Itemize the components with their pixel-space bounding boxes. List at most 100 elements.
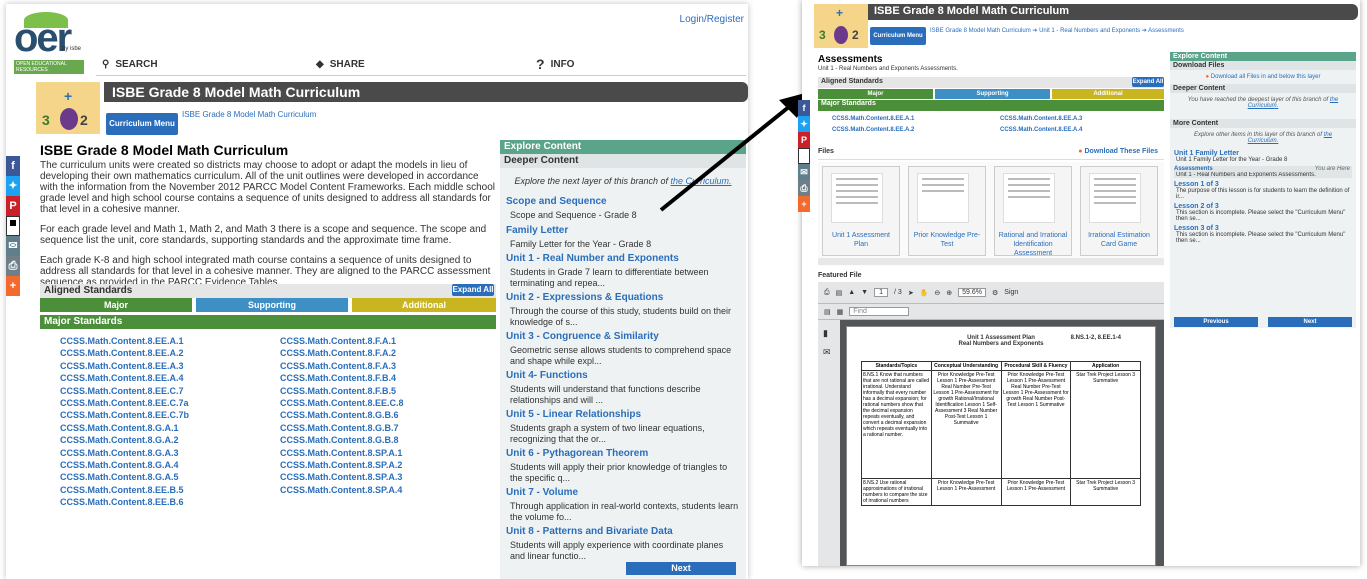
print-icon[interactable]: ⎙ <box>6 256 20 276</box>
next-button-small[interactable]: Next <box>1268 317 1352 327</box>
previous-button[interactable]: Previous <box>1174 317 1258 327</box>
nav-search[interactable]: ⚲ SEARCH <box>102 54 158 74</box>
standard-link[interactable]: CCSS.Math.Content.8.G.A.3 <box>60 447 189 459</box>
page-number-input[interactable]: 1 <box>874 288 889 297</box>
file-thumbnail[interactable]: Irrational Estimation Card Game <box>1080 166 1158 256</box>
explore-item-title[interactable]: Unit 7 - Volume <box>506 487 740 498</box>
tab-major[interactable]: Major <box>40 298 192 312</box>
twitter-icon[interactable]: ✦ <box>6 176 20 196</box>
explore-item-title[interactable]: Unit 1 - Real Number and Exponents <box>506 253 740 264</box>
standard-link[interactable]: CCSS.Math.Content.8.G.A.2 <box>60 434 189 446</box>
standard-link[interactable]: CCSS.Math.Content.8.F.B.5 <box>280 385 404 397</box>
more-icon-small[interactable]: + <box>798 196 810 212</box>
standard-link[interactable]: CCSS.Math.Content.8.SP.A.1 <box>280 447 404 459</box>
expand-all-button-small[interactable]: Expand All <box>1132 77 1164 87</box>
standard-link[interactable]: CCSS.Math.Content.8.G.A.5 <box>60 471 189 483</box>
hand-tool-icon[interactable]: ✋ <box>920 289 929 297</box>
file-thumbnail[interactable]: Unit 1 Assessment Plan <box>822 166 900 256</box>
delicious-icon[interactable] <box>6 216 20 236</box>
next-button[interactable]: Next <box>626 562 736 575</box>
facebook-icon-small[interactable]: f <box>798 100 810 116</box>
standard-link[interactable]: CCSS.Math.Content.8.SP.A.4 <box>280 484 404 496</box>
delicious-icon-small[interactable] <box>798 148 810 164</box>
tab-additional-small[interactable]: Additional <box>1052 89 1164 99</box>
standard-link[interactable]: CCSS.Math.Content.8.SP.A.3 <box>280 471 404 483</box>
pages-icon[interactable]: ▮ <box>823 328 835 339</box>
file-thumbnail[interactable]: Rational and Irrational Identification A… <box>994 166 1072 257</box>
fit-icon[interactable]: ▤ <box>836 289 843 297</box>
next-page-icon[interactable]: ▼ <box>861 289 868 296</box>
standard-link[interactable]: CCSS.Math.Content.8.G.B.8 <box>280 434 404 446</box>
standard-link[interactable]: CCSS.Math.Content.8.EE.B.6 <box>60 496 189 508</box>
standard-link[interactable]: CCSS.Math.Content.8.EE.A.4 <box>60 372 189 384</box>
zoom-in-icon[interactable]: ⊕ <box>946 289 952 297</box>
explore-item-title[interactable]: Unit 1 Family Letter <box>1174 150 1352 157</box>
standard-link[interactable]: CCSS.Math.Content.8.EE.A.1 <box>832 116 914 122</box>
standard-link[interactable]: CCSS.Math.Content.8.EE.C.7b <box>60 409 189 421</box>
standard-link[interactable]: CCSS.Math.Content.8.EE.A.2 <box>60 347 189 359</box>
download-all-link[interactable]: ● Download all Files in and below this l… <box>1170 70 1356 84</box>
standard-link[interactable]: CCSS.Math.Content.8.EE.C.7a <box>60 397 189 409</box>
explore-item-title[interactable]: Family Letter <box>506 225 740 236</box>
explore-item-title[interactable]: Unit 5 - Linear Relationships <box>506 409 740 420</box>
download-these-files-link[interactable]: ● Download These Files <box>1078 148 1158 155</box>
tab-supporting[interactable]: Supporting <box>196 298 348 312</box>
standard-link[interactable]: CCSS.Math.Content.8.F.A.2 <box>280 347 404 359</box>
zoom-out-icon[interactable]: ⊖ <box>934 289 940 297</box>
standard-link[interactable]: CCSS.Math.Content.8.EE.C.7 <box>60 385 189 397</box>
nav-info[interactable]: ? INFO <box>536 54 574 74</box>
twitter-icon-small[interactable]: ✦ <box>798 116 810 132</box>
standard-link[interactable]: CCSS.Math.Content.8.F.A.1 <box>280 335 404 347</box>
standard-link[interactable]: CCSS.Math.Content.8.F.B.4 <box>280 372 404 384</box>
standard-link[interactable]: CCSS.Math.Content.8.EE.A.2 <box>832 127 914 133</box>
nav-share[interactable]: ◆ SHARE <box>316 54 365 74</box>
prev-page-icon[interactable]: ▲ <box>848 289 855 296</box>
zoom-level[interactable]: 59.6% <box>958 288 987 297</box>
explore-item-title[interactable]: Unit 3 - Congruence & Similarity <box>506 331 740 342</box>
tab-supporting-small[interactable]: Supporting <box>935 89 1050 99</box>
login-register-link[interactable]: Login/Register <box>680 14 744 25</box>
curriculum-menu-button[interactable]: Curriculum Menu <box>106 113 178 135</box>
breadcrumb[interactable]: ISBE Grade 8 Model Math Curriculum <box>182 110 316 119</box>
oer-logo[interactable]: oer by isbe OPEN EDUCATIONAL RESOURCES <box>14 12 84 74</box>
select-tool-icon[interactable]: ➤ <box>908 289 914 297</box>
standard-link[interactable]: CCSS.Math.Content.8.EE.B.5 <box>60 484 189 496</box>
standard-link[interactable]: CCSS.Math.Content.8.EE.A.4 <box>1000 127 1082 133</box>
explore-item-title[interactable]: Assessments <box>1174 166 1213 172</box>
thumbnail-scrollbar[interactable] <box>818 258 1164 265</box>
facebook-icon[interactable]: f <box>6 156 20 176</box>
standard-link[interactable]: CCSS.Math.Content.8.EE.A.3 <box>1000 116 1082 122</box>
pinterest-icon[interactable]: P <box>6 196 20 216</box>
curriculum-menu-button-small[interactable]: Curriculum Menu <box>870 27 926 45</box>
standard-link[interactable]: CCSS.Math.Content.8.EE.A.3 <box>60 360 189 372</box>
standard-link[interactable]: CCSS.Math.Content.8.EE.A.1 <box>60 335 189 347</box>
pdf-viewer[interactable]: ⎙ ▤ ▲ ▼ 1 / 3 ➤ ✋ ⊖ ⊕ 59.6% ⚙ Sign ▤ ▦ F… <box>818 282 1164 566</box>
file-thumbnail[interactable]: Prior Knowledge Pre-Test <box>908 166 986 256</box>
email-icon[interactable]: ✉ <box>6 236 20 256</box>
standard-link[interactable]: CCSS.Math.Content.8.G.B.6 <box>280 409 404 421</box>
email-icon-small[interactable]: ✉ <box>798 164 810 180</box>
standard-link[interactable]: CCSS.Math.Content.8.F.A.3 <box>280 360 404 372</box>
explore-item-title[interactable]: Unit 2 - Expressions & Equations <box>506 292 740 303</box>
explore-item-title[interactable]: Unit 8 - Patterns and Bivariate Data <box>506 526 740 537</box>
pinterest-icon-small[interactable]: P <box>798 132 810 148</box>
attachments-icon[interactable]: ✉ <box>823 347 835 358</box>
tab-major-small[interactable]: Major <box>818 89 933 99</box>
standard-link[interactable]: CCSS.Math.Content.8.SP.A.2 <box>280 459 404 471</box>
explore-item-title[interactable]: Lesson 3 of 3 <box>1174 225 1352 232</box>
explore-item-title[interactable]: Unit 6 - Pythagorean Theorem <box>506 448 740 459</box>
save-icon[interactable]: ▤ <box>824 308 831 316</box>
expand-all-button[interactable]: Expand All <box>452 284 494 296</box>
explore-item-title[interactable]: Lesson 1 of 3 <box>1174 181 1352 188</box>
tab-additional[interactable]: Additional <box>352 298 496 312</box>
share-icon-pdf[interactable]: ⚙ <box>992 289 998 297</box>
print-icon-small[interactable]: ⎙ <box>798 180 810 196</box>
breadcrumb-trail[interactable]: ISBE Grade 8 Model Math Curriculum ➔ Uni… <box>930 27 1184 34</box>
standard-link[interactable]: CCSS.Math.Content.8.G.B.7 <box>280 422 404 434</box>
standard-link[interactable]: CCSS.Math.Content.8.G.A.1 <box>60 422 189 434</box>
sign-button[interactable]: Sign <box>1004 289 1018 296</box>
layout-icon[interactable]: ▦ <box>837 308 844 316</box>
standard-link[interactable]: CCSS.Math.Content.8.EE.C.8 <box>280 397 404 409</box>
standard-link[interactable]: CCSS.Math.Content.8.G.A.4 <box>60 459 189 471</box>
print-icon-pdf[interactable]: ⎙ <box>824 289 830 297</box>
